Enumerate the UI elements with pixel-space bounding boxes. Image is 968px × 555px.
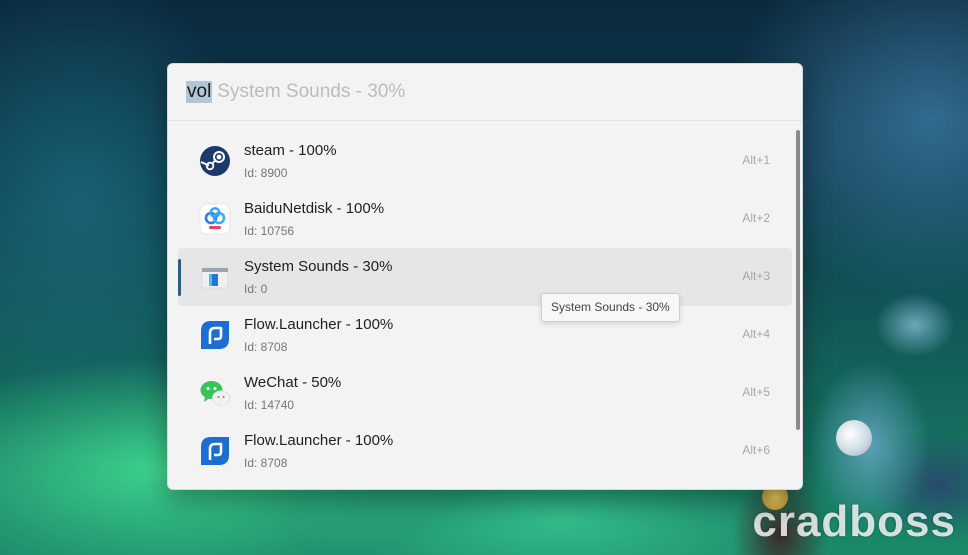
wechat-icon: [200, 381, 230, 407]
result-title: BaiduNetdisk - 100%: [244, 200, 385, 217]
result-subtitle: Id: 0: [244, 282, 268, 296]
result-item-steam[interactable]: steam - 100% Id: 8900 Alt+1: [178, 132, 792, 190]
tooltip: System Sounds - 30%: [541, 293, 680, 322]
result-title: System Sounds - 30%: [244, 258, 393, 275]
result-subtitle: Id: 14740: [244, 398, 295, 412]
flow-launcher-icon: [201, 321, 229, 349]
selection-indicator: [178, 259, 181, 296]
watermark-text: cradboss: [752, 497, 956, 546]
result-title: steam - 100%: [244, 142, 337, 159]
result-hotkey: Alt+5: [742, 385, 770, 399]
result-subtitle: Id: 8900: [244, 166, 288, 180]
search-input[interactable]: vol System Sounds - 30%: [186, 81, 405, 103]
result-hotkey: Alt+6: [742, 443, 770, 457]
result-item-system-sounds[interactable]: System Sounds - 30% Id: 0 Alt+3: [178, 248, 792, 306]
result-hotkey: Alt+2: [742, 211, 770, 225]
result-title: Flow.Launcher - 100%: [244, 432, 394, 449]
wallpaper-orb: [836, 420, 872, 456]
result-subtitle: Id: 8708: [244, 456, 288, 470]
results-list: steam - 100% Id: 8900 Alt+1 BaiduNetdisk…: [178, 132, 792, 480]
result-item-flow-launcher[interactable]: Flow.Launcher - 100% Id: 8708 Alt+4: [178, 306, 792, 364]
launcher-window: vol System Sounds - 30% steam - 100% Id:…: [167, 63, 803, 490]
query-bar: vol System Sounds - 30%: [168, 64, 802, 121]
steam-icon: [200, 146, 230, 176]
result-hotkey: Alt+3: [742, 269, 770, 283]
result-item-baidunetdisk[interactable]: BaiduNetdisk - 100% Id: 10756 Alt+2: [178, 190, 792, 248]
result-title: WeChat - 50%: [244, 374, 342, 391]
result-subtitle: Id: 8708: [244, 340, 288, 354]
result-hotkey: Alt+1: [742, 153, 770, 167]
system-sounds-icon: [201, 267, 229, 289]
query-typed-text: vol: [186, 81, 213, 103]
result-title: Flow.Launcher - 100%: [244, 316, 394, 333]
flow-launcher-icon: [201, 437, 229, 465]
result-hotkey: Alt+4: [742, 327, 770, 341]
query-autocomplete-suggestion: System Sounds - 30%: [217, 81, 406, 102]
result-item-wechat[interactable]: WeChat - 50% Id: 14740 Alt+5: [178, 364, 792, 422]
result-subtitle: Id: 10756: [244, 224, 295, 238]
baidunetdisk-icon: [199, 203, 231, 235]
result-item-flow-launcher[interactable]: Flow.Launcher - 100% Id: 8708 Alt+6: [178, 422, 792, 480]
results-scrollbar[interactable]: [796, 130, 800, 430]
